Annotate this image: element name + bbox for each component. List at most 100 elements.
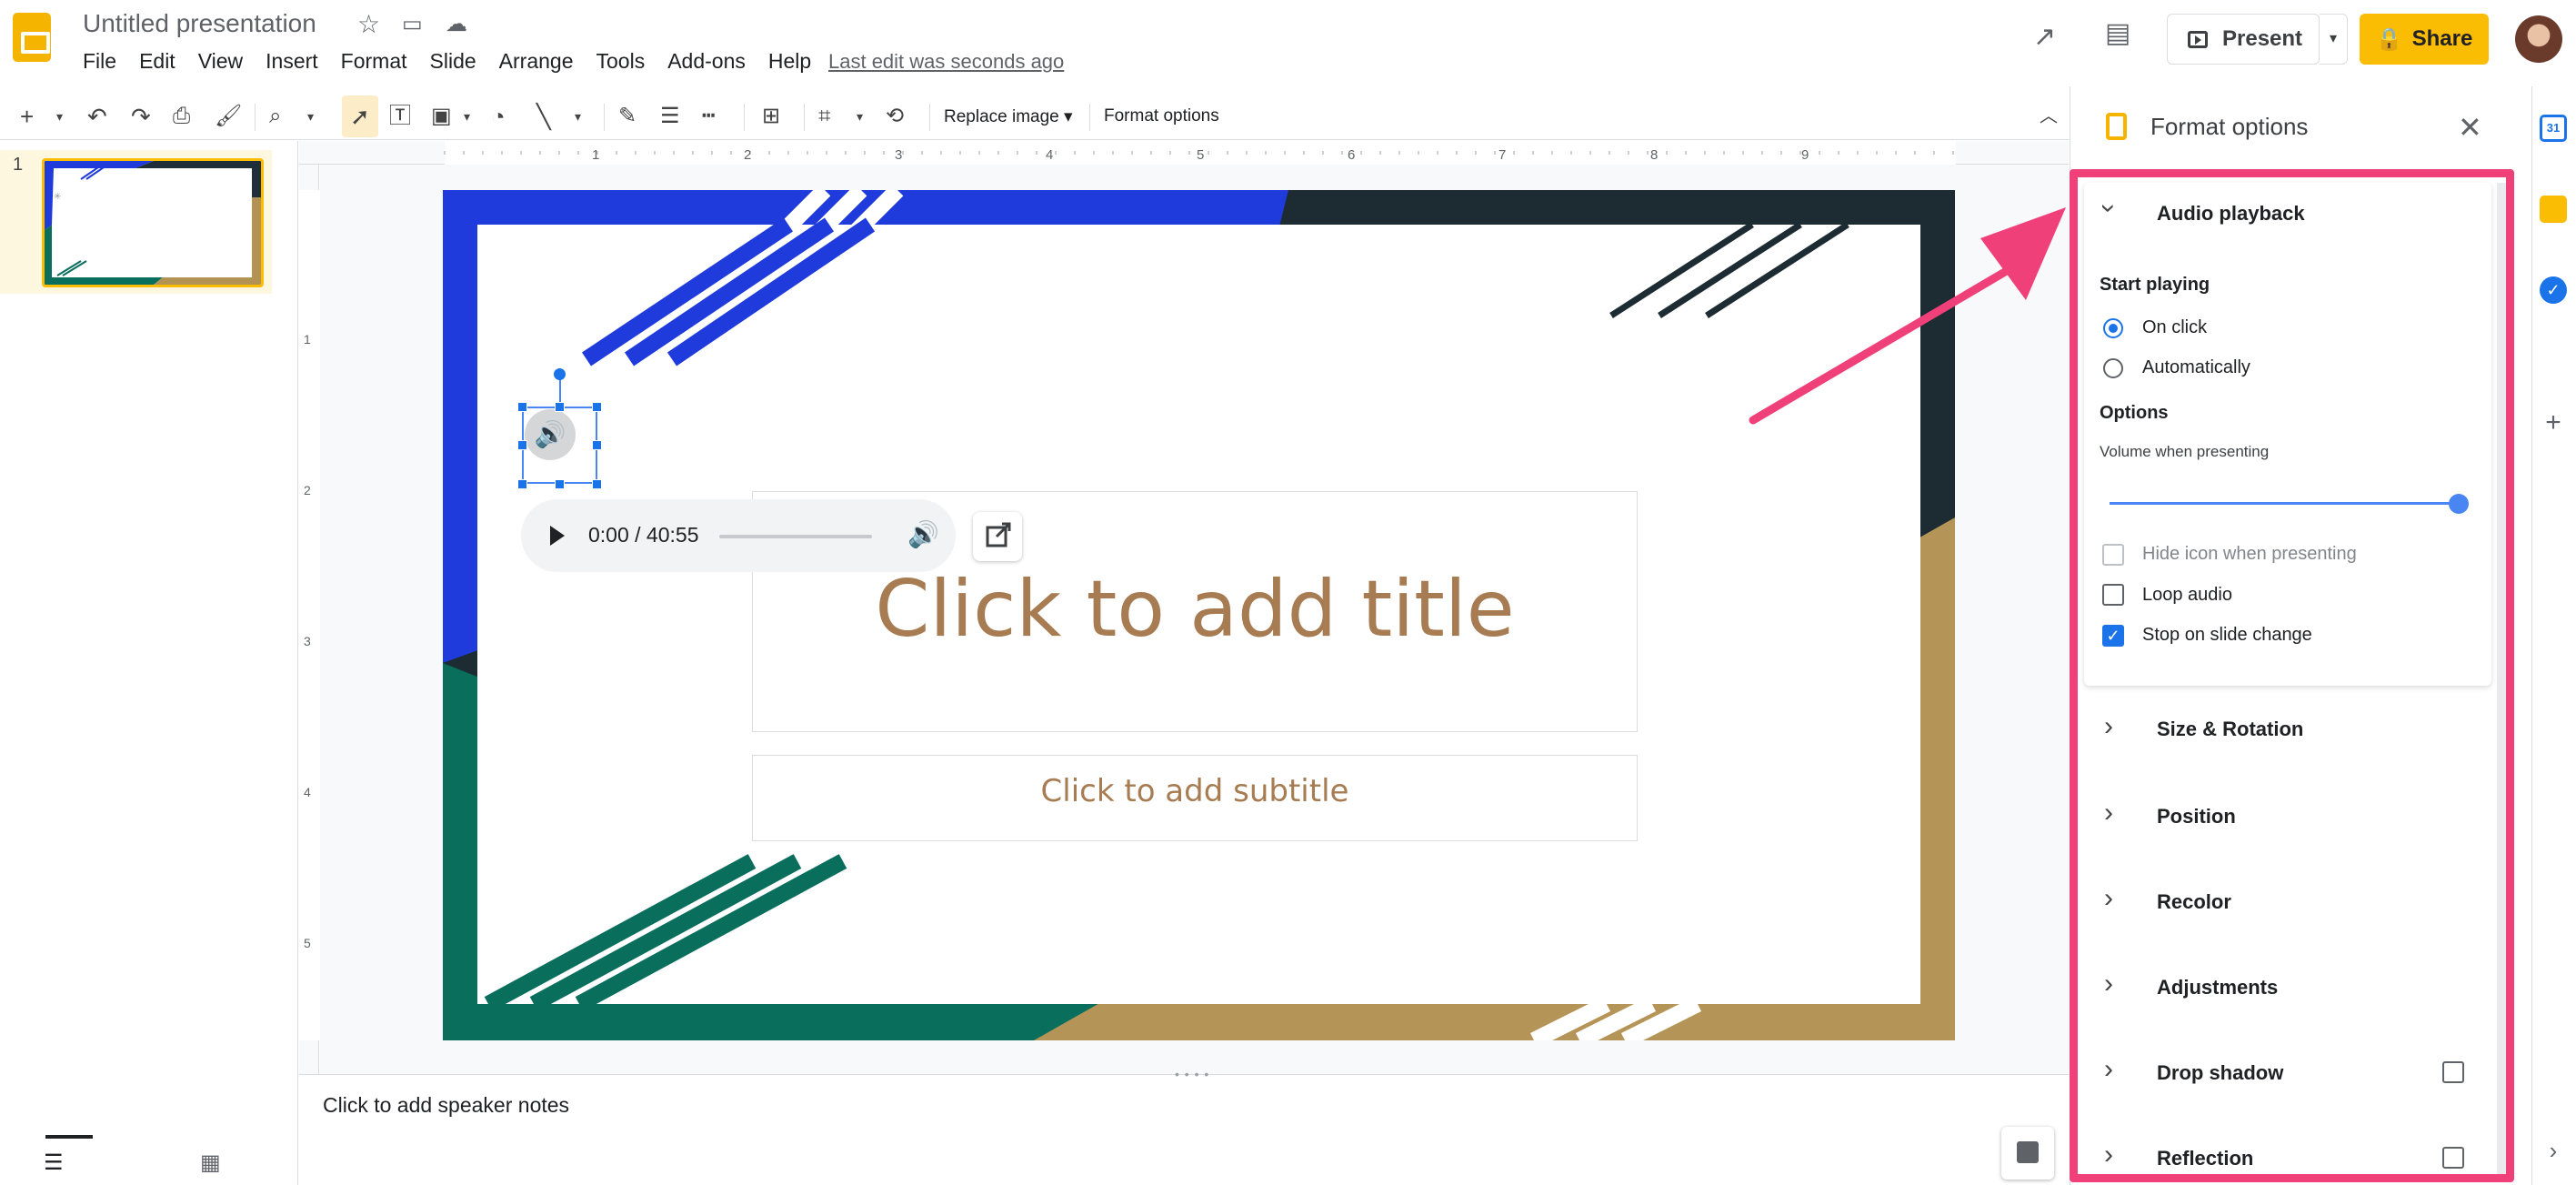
format-options-button[interactable]: Format options: [1104, 106, 1219, 126]
menu-help[interactable]: Help: [768, 49, 811, 76]
zoom-dropdown-icon[interactable]: ▾: [307, 102, 314, 131]
resize-handle-l[interactable]: [517, 440, 527, 450]
h-tick-4: 4: [1046, 147, 1053, 163]
media-progress-track[interactable]: [719, 535, 872, 538]
v-tick-2: 2: [304, 483, 311, 497]
avatar[interactable]: [2515, 15, 2562, 63]
rotation-handle[interactable]: [554, 368, 566, 380]
mask-dropdown-icon[interactable]: ▾: [857, 102, 863, 131]
explore-icon[interactable]: [2001, 1127, 2054, 1180]
crop-icon[interactable]: ⌗: [818, 102, 831, 131]
svg-text:✳: ✳: [54, 192, 61, 202]
menu-bar: File Edit View Insert Format Slide Arran…: [83, 49, 834, 76]
menu-arrange[interactable]: Arrange: [499, 49, 574, 76]
new-slide-dropdown-icon[interactable]: ▾: [56, 102, 63, 131]
resize-handle-b[interactable]: [555, 479, 565, 489]
undo-icon[interactable]: ↶: [87, 102, 107, 131]
present-dropdown-button[interactable]: ▾: [2320, 14, 2348, 65]
filmstrip: [0, 141, 298, 1185]
zoom-icon[interactable]: ⌕: [269, 102, 281, 131]
text-box-icon[interactable]: 🅃: [389, 102, 411, 131]
reset-image-icon[interactable]: ⟲: [886, 102, 904, 131]
grid-view-icon[interactable]: ▦: [200, 1150, 221, 1176]
h-tick-9: 9: [1801, 147, 1809, 163]
add-comment-icon[interactable]: ⊞: [762, 102, 780, 131]
lock-icon: 🔒: [2375, 26, 2403, 52]
resize-handle-t[interactable]: [555, 402, 565, 412]
resize-handle-bl[interactable]: [517, 479, 527, 489]
v-tick-3: 3: [304, 634, 311, 648]
play-icon[interactable]: [550, 526, 565, 546]
add-addon-icon[interactable]: +: [2540, 409, 2567, 437]
last-edit-link[interactable]: Last edit was seconds ago: [828, 50, 1064, 74]
move-folder-icon[interactable]: ▭: [402, 11, 423, 38]
format-panel-icon: [2106, 113, 2127, 140]
expand-panel-icon[interactable]: ›: [2540, 1137, 2567, 1164]
h-tick-8: 8: [1650, 147, 1658, 163]
h-tick-2: 2: [744, 147, 751, 163]
resize-handle-tr[interactable]: [592, 402, 602, 412]
resize-handle-tl[interactable]: [517, 402, 527, 412]
slide-number: 1: [13, 155, 24, 175]
share-label: Share: [2411, 26, 2473, 51]
menu-edit[interactable]: Edit: [139, 49, 175, 76]
side-panel-bar: [2531, 86, 2576, 1185]
cloud-status-icon[interactable]: ☁: [446, 11, 467, 38]
list-view-underline: [45, 1135, 93, 1139]
audio-player: 0:00 / 40:55 🔊: [521, 499, 956, 572]
menu-tools[interactable]: Tools: [596, 49, 646, 76]
new-slide-icon[interactable]: +: [20, 102, 34, 131]
slides-logo-icon[interactable]: [13, 13, 51, 62]
volume-icon[interactable]: 🔊: [907, 519, 939, 549]
select-cursor-icon[interactable]: ➚: [350, 102, 370, 131]
present-icon: [2188, 30, 2208, 48]
close-icon[interactable]: ✕: [2458, 110, 2482, 145]
border-color-icon[interactable]: ✎: [618, 102, 636, 131]
paint-format-icon[interactable]: 🖌: [215, 102, 242, 131]
v-tick-1: 1: [304, 332, 311, 346]
speaker-notes[interactable]: Click to add speaker notes: [323, 1093, 569, 1118]
star-icon[interactable]: ☆: [357, 11, 380, 38]
border-weight-icon[interactable]: ☰: [660, 102, 680, 131]
resize-handle-br[interactable]: [592, 479, 602, 489]
line-dropdown-icon[interactable]: ▾: [575, 102, 581, 131]
share-button[interactable]: 🔒 Share: [2360, 14, 2489, 65]
h-tick-6: 6: [1348, 147, 1355, 163]
notes-resize-grip-icon[interactable]: • • • •: [1175, 1067, 1209, 1081]
menu-file[interactable]: File: [83, 49, 116, 76]
tasks-icon[interactable]: ✓: [2540, 276, 2567, 304]
subtitle-placeholder[interactable]: Click to add subtitle: [752, 773, 1638, 809]
redo-icon[interactable]: ↷: [131, 102, 151, 131]
menu-slide[interactable]: Slide: [430, 49, 476, 76]
h-tick-1: 1: [592, 147, 599, 163]
panel-title: Format options: [2150, 113, 2309, 140]
h-tick-5: 5: [1197, 147, 1204, 163]
title-placeholder[interactable]: Click to add title: [752, 564, 1638, 655]
menu-addons[interactable]: Add-ons: [667, 49, 746, 76]
menu-format[interactable]: Format: [341, 49, 407, 76]
shape-icon[interactable]: ◔: [491, 102, 506, 131]
calendar-icon[interactable]: 31: [2540, 115, 2567, 142]
v-tick-4: 4: [304, 785, 311, 799]
h-tick-3: 3: [895, 147, 902, 163]
open-in-new-icon[interactable]: [973, 512, 1022, 561]
resize-handle-r[interactable]: [592, 440, 602, 450]
image-icon[interactable]: ▣: [431, 102, 452, 131]
present-label: Present: [2222, 26, 2303, 51]
collapse-toolbar-icon[interactable]: ︿: [2040, 102, 2058, 131]
comments-icon[interactable]: ▤: [2105, 20, 2130, 47]
keep-icon[interactable]: [2540, 196, 2567, 223]
list-view-icon[interactable]: ☰: [44, 1150, 64, 1176]
menu-insert[interactable]: Insert: [266, 49, 318, 76]
activity-trend-icon[interactable]: ↗: [2033, 24, 2056, 51]
replace-image-button[interactable]: Replace image ▾: [944, 106, 1073, 127]
border-dash-icon[interactable]: ┅: [702, 102, 715, 131]
slide-thumbnail[interactable]: ✳: [42, 158, 264, 287]
audio-speaker-icon[interactable]: 🔊: [525, 409, 576, 460]
print-icon[interactable]: ⎙: [173, 102, 190, 131]
line-icon[interactable]: ╲: [536, 102, 551, 131]
image-dropdown-icon[interactable]: ▾: [464, 102, 470, 131]
present-button[interactable]: Present: [2167, 14, 2320, 65]
document-title[interactable]: Untitled presentation: [83, 9, 316, 38]
menu-view[interactable]: View: [198, 49, 243, 76]
